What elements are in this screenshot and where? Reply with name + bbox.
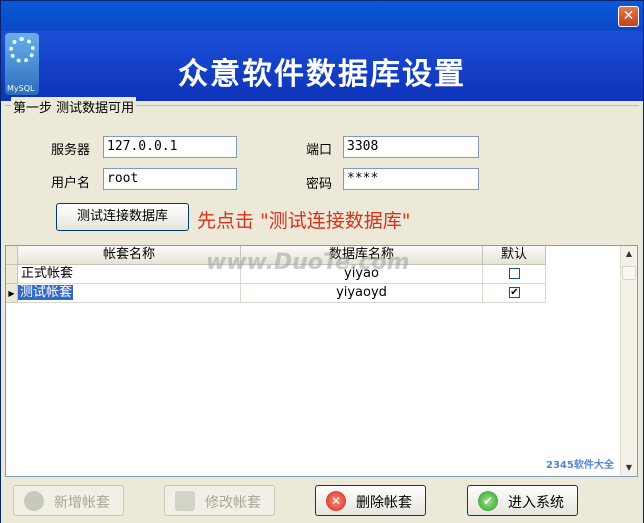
watermark-text: www.DuoTe.com: [206, 250, 410, 275]
cell-default[interactable]: ✔: [483, 284, 546, 303]
cell-default[interactable]: [483, 265, 546, 284]
port-input[interactable]: 3308: [343, 136, 479, 158]
delete-icon: ✕: [326, 491, 346, 511]
scroll-up-icon[interactable]: ▲: [621, 246, 637, 262]
add-account-button[interactable]: 新增帐套: [13, 485, 124, 516]
settings-window: ✕ MySQL 众意软件数据库设置 第一步 测试数据可用 服务器 127.0.0…: [0, 0, 644, 523]
edit-icon: [175, 491, 195, 511]
enter-system-button[interactable]: ✔ 进入系统: [467, 485, 578, 516]
server-input[interactable]: 127.0.0.1: [103, 136, 237, 158]
user-input[interactable]: root: [103, 168, 237, 190]
server-label: 服务器: [51, 143, 91, 158]
header-banner: MySQL 众意软件数据库设置: [1, 31, 643, 101]
selected-text[interactable]: 测试帐套: [18, 285, 74, 300]
page-title: 众意软件数据库设置: [178, 57, 466, 92]
default-checkbox[interactable]: [509, 268, 520, 279]
password-label: 密码: [306, 177, 333, 192]
delete-account-button[interactable]: ✕ 删除帐套: [315, 485, 426, 516]
edit-account-button[interactable]: 修改帐套: [164, 485, 275, 516]
row-indicator[interactable]: [6, 265, 18, 284]
port-label: 端口: [306, 143, 333, 158]
title-bar[interactable]: ✕: [1, 1, 643, 31]
watermark-2345: 2345软件大全: [546, 460, 614, 471]
cell-db-name[interactable]: yiyaoyd: [241, 284, 483, 303]
test-connection-button[interactable]: 测试连接数据库: [56, 203, 189, 231]
close-button[interactable]: ✕: [618, 6, 639, 27]
add-icon: [24, 491, 44, 511]
hint-text: 先点击 "测试连接数据库": [197, 210, 411, 232]
cell-account-name[interactable]: 测试帐套: [18, 284, 241, 303]
delete-account-label: 删除帐套: [356, 495, 412, 511]
account-grid[interactable]: 帐套名称 数据库名称 默认 正式帐套 yiyao ▶ 测试帐套 yiyaoyd …: [5, 245, 638, 477]
check-icon: ✔: [478, 491, 498, 511]
action-bar: 新增帐套 修改帐套 ✕ 删除帐套 ✔ 进入系统: [1, 478, 643, 523]
default-checkbox-checked[interactable]: ✔: [509, 287, 520, 298]
edit-account-label: 修改帐套: [205, 495, 261, 511]
add-account-label: 新增帐套: [54, 495, 110, 511]
scroll-down-icon[interactable]: ▼: [621, 460, 637, 476]
grid-corner: [6, 246, 18, 265]
grid-scrollbar[interactable]: ▲ ▼: [620, 246, 637, 476]
step-legend: 第一步 测试数据可用: [11, 97, 137, 116]
enter-system-label: 进入系统: [508, 495, 564, 511]
row-indicator-current[interactable]: ▶: [6, 284, 18, 303]
scroll-thumb[interactable]: [622, 266, 636, 280]
user-label: 用户名: [51, 176, 91, 191]
column-header-default[interactable]: 默认: [483, 246, 546, 265]
password-input[interactable]: ****: [343, 168, 479, 190]
